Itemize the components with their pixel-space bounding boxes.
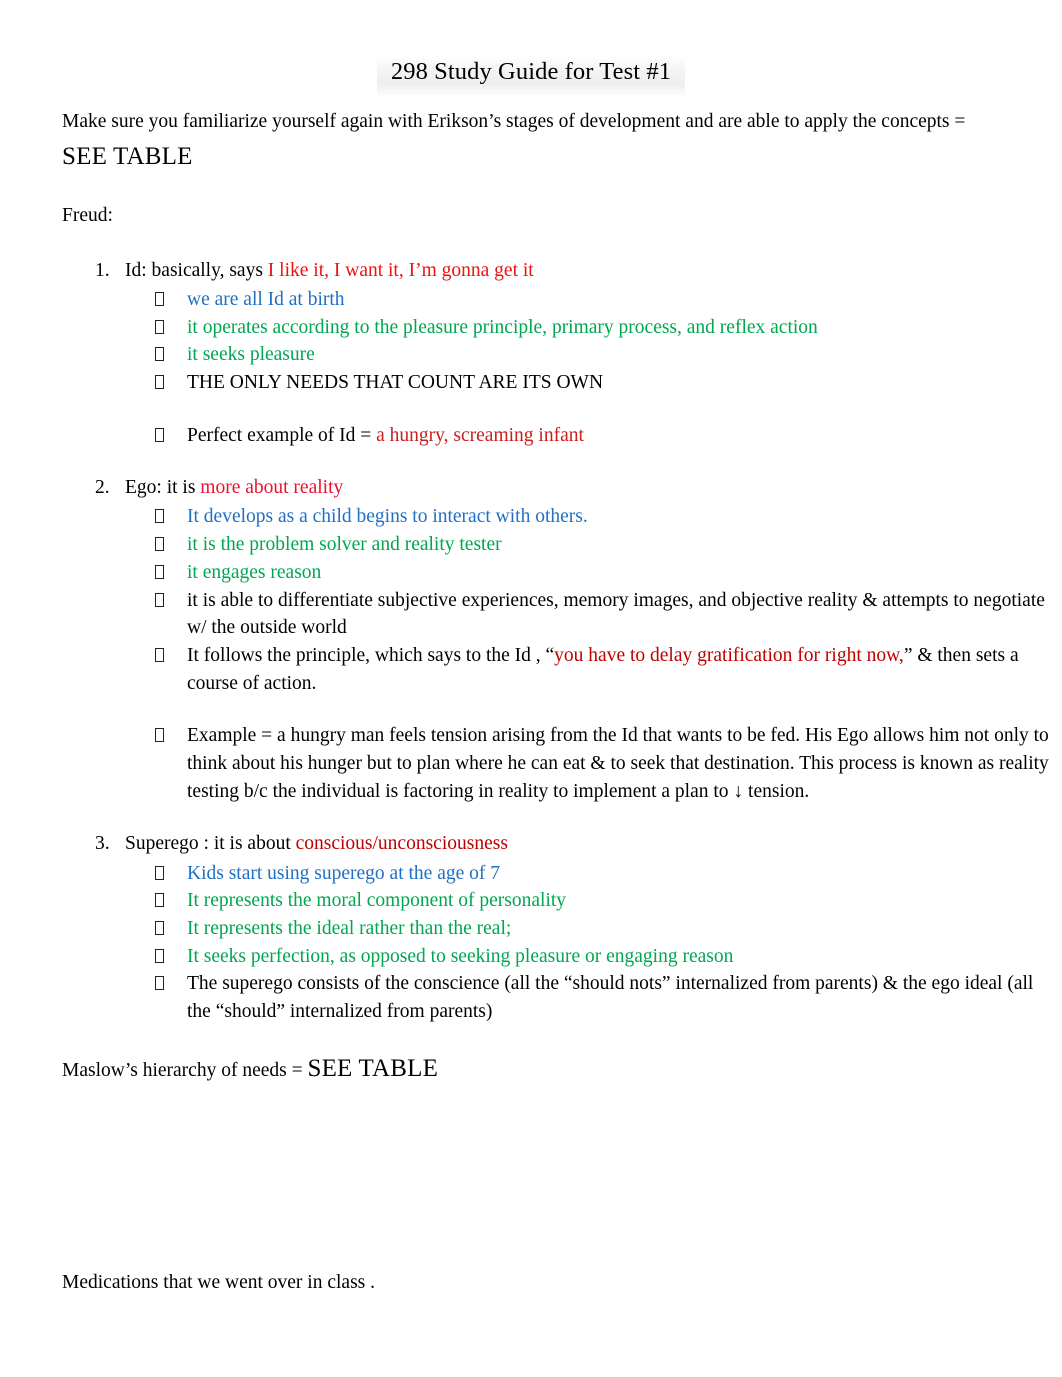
maslow-emphasis: SEE TABLE: [307, 1054, 439, 1082]
bullet-text: it seeks pleasure: [187, 344, 315, 366]
list-item-id: 1. Id: basically, says I like it, I want…: [0, 256, 1062, 450]
bullet-icon: [155, 342, 164, 366]
bullet-text: Example = a hungry man feels tension ari…: [187, 725, 1049, 802]
bullet-icon: [155, 504, 164, 528]
page-title-text: 298 Study Guide for Test #1: [376, 56, 686, 95]
bullet-text: It represents the moral component of per…: [187, 890, 567, 912]
bullet-icon: [155, 944, 164, 968]
list-item-lead-highlight: more about reality: [200, 477, 344, 499]
bullet-text: we are all Id at birth: [187, 288, 345, 310]
bullet-item: It develops as a child begins to interac…: [125, 503, 1062, 531]
bullet-icon: [155, 971, 164, 995]
freud-components-list: 1. Id: basically, says I like it, I want…: [0, 256, 1062, 1026]
bullet-text: it operates according to the pleasure pr…: [187, 316, 818, 338]
bullet-item-quote: It follows the principle, which says to …: [125, 642, 1062, 697]
bullet-item: it engages reason: [125, 559, 1062, 587]
bullet-text: it is the problem solver and reality tes…: [187, 534, 502, 556]
bullet-text: It seeks perfection, as opposed to seeki…: [187, 945, 734, 967]
bullet-text-prefix: Perfect example of Id =: [187, 424, 377, 446]
bullet-text: THE ONLY NEEDS THAT COUNT ARE ITS OWN: [187, 371, 604, 393]
bullet-text: it is able to differentiate subjective e…: [187, 589, 1045, 639]
list-item-lead: Ego: it is: [125, 477, 201, 499]
bullet-item: it is able to differentiate subjective e…: [125, 587, 1062, 642]
bullet-icon: [155, 315, 164, 339]
medications-paragraph: Medications that we went over in class .: [62, 1272, 375, 1293]
bullet-item: it operates according to the pleasure pr…: [125, 314, 1062, 342]
list-item-ego: 2. Ego: it is more about reality It deve…: [0, 473, 1062, 805]
bullet-item: THE ONLY NEEDS THAT COUNT ARE ITS OWN: [125, 369, 1062, 397]
document-page: 298 Study Guide for Test #1 Make sure yo…: [0, 0, 1062, 1377]
bullet-text: Kids start using superego at the age of …: [187, 862, 501, 884]
bullet-item: It represents the ideal rather than the …: [125, 915, 1062, 943]
bullet-icon: [155, 588, 164, 612]
bullet-item: The superego consists of the conscience …: [125, 970, 1062, 1025]
bullet-icon: [155, 287, 164, 311]
bullet-item: it is the problem solver and reality tes…: [125, 531, 1062, 559]
bullet-icon: [155, 423, 164, 447]
list-number: 2.: [95, 477, 110, 499]
list-item-lead: Id: basically, says: [125, 259, 268, 281]
bullet-item: It represents the moral component of per…: [125, 887, 1062, 915]
bullet-icon: [155, 560, 164, 584]
bullet-item-example: Example = a hungry man feels tension ari…: [125, 722, 1062, 805]
bullet-item: Kids start using superego at the age of …: [125, 860, 1062, 888]
bullet-icon: [155, 643, 164, 667]
bullet-icon: [155, 370, 164, 394]
quote-highlight: you have to delay gratification for righ…: [554, 644, 904, 666]
bullet-item: we are all Id at birth: [125, 286, 1062, 314]
bullet-icon: [155, 888, 164, 912]
intro-emphasis: SEE TABLE: [62, 142, 193, 170]
bullet-icon: [155, 861, 164, 885]
list-item-lead-highlight: conscious/unconsciousness: [295, 833, 508, 855]
list-item-lead-highlight: I like it, I want it, I’m gonna get it: [267, 259, 534, 281]
page-title: 298 Study Guide for Test #1: [0, 0, 1062, 95]
bullet-text: The superego consists of the conscience …: [187, 973, 1034, 1022]
bullet-icon: [155, 723, 164, 747]
bullet-text: It develops as a child begins to interac…: [187, 506, 588, 528]
intro-paragraph: Make sure you familiarize yourself again…: [0, 107, 1062, 176]
bullet-text-highlight: a hungry, screaming infant: [376, 424, 584, 446]
ego-bullet-list: It develops as a child begins to interac…: [125, 503, 1062, 805]
quote-before: It follows the principle, which says to …: [187, 644, 555, 666]
bullet-text: It represents the ideal rather than the …: [187, 917, 512, 939]
bullet-item: It seeks perfection, as opposed to seeki…: [125, 943, 1062, 971]
bullet-item-example: Perfect example of Id = a hungry, scream…: [125, 422, 1062, 450]
list-number: 1.: [95, 259, 110, 281]
bullet-item: it seeks pleasure: [125, 341, 1062, 369]
list-item-superego: 3. Superego : it is about conscious/unco…: [0, 829, 1062, 1025]
bullet-icon: [155, 532, 164, 556]
superego-bullet-list: Kids start using superego at the age of …: [125, 860, 1062, 1026]
id-bullet-list: we are all Id at birth it operates accor…: [125, 286, 1062, 449]
bullet-icon: [155, 916, 164, 940]
maslow-paragraph: Maslow’s hierarchy of needs = SEE TABLE: [0, 1050, 1062, 1089]
list-number: 3.: [95, 833, 110, 855]
freud-heading: Freud:: [62, 205, 113, 227]
bullet-text: it engages reason: [187, 561, 322, 583]
list-item-lead: Superego : it is about: [125, 833, 296, 855]
maslow-lead: Maslow’s hierarchy of needs =: [62, 1059, 308, 1081]
intro-lead: Make sure you familiarize yourself again…: [62, 111, 966, 133]
